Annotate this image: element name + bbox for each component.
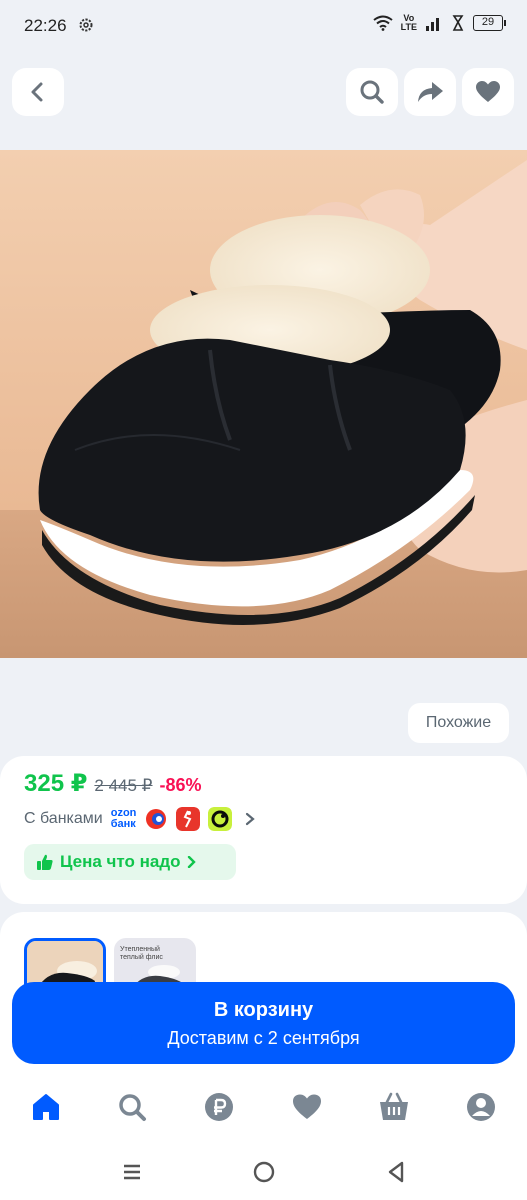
back-triangle-icon[interactable] (384, 1160, 408, 1184)
share-button[interactable] (404, 68, 456, 116)
recent-apps-icon[interactable] (120, 1160, 144, 1184)
system-navigation-bar (0, 1142, 527, 1200)
price-deal-badge[interactable]: Цена что надо (24, 844, 236, 880)
ruble-icon (205, 1093, 233, 1121)
nav-home[interactable] (29, 1090, 63, 1124)
status-time: 22:26 (24, 16, 67, 35)
chevron-right-icon (187, 856, 196, 868)
chevron-right-icon (246, 812, 256, 826)
old-price: 2 445 ₽ (94, 776, 153, 795)
thumbs-up-icon (37, 854, 53, 870)
profile-icon (467, 1093, 495, 1121)
delivery-date-label: Доставим с 2 сентября (167, 1028, 360, 1048)
nav-search[interactable] (115, 1090, 149, 1124)
bank-offers-row[interactable]: С банками ozon банк (24, 805, 256, 833)
nav-favorites[interactable] (290, 1090, 324, 1124)
back-button[interactable] (12, 68, 64, 116)
nav-cart[interactable] (377, 1090, 411, 1124)
data-activity-icon (452, 15, 464, 31)
search-icon (119, 1094, 146, 1121)
similar-products-button[interactable]: Похожие (408, 703, 509, 743)
status-bar: 22:26 Vo LTE 29 (0, 0, 527, 52)
settings-gear-icon (79, 18, 93, 32)
deal-label: Цена что надо (60, 852, 181, 871)
discount-percent: -86% (159, 775, 202, 795)
heart-icon (476, 81, 500, 102)
home-icon (33, 1094, 59, 1120)
favorites-icon (293, 1094, 321, 1119)
add-to-cart-button[interactable]: В корзину Доставим с 2 сентября (12, 982, 515, 1064)
battery-indicator: 29 (473, 15, 506, 31)
share-icon (418, 82, 443, 102)
current-price: 325 ₽ (24, 770, 88, 797)
search-icon (360, 80, 384, 104)
volte-indicator: Vo LTE (400, 13, 417, 32)
price-row: 325 ₽ 2 445 ₽ -86% (24, 769, 202, 798)
home-circle-icon[interactable] (252, 1160, 276, 1184)
product-image[interactable] (0, 150, 527, 658)
banks-label: С банками (24, 810, 103, 827)
favorite-button[interactable] (462, 68, 514, 116)
cart-icon (380, 1092, 408, 1120)
nav-finance[interactable] (202, 1090, 236, 1124)
product-photo-illustration (0, 150, 527, 658)
search-button[interactable] (346, 68, 398, 116)
ozon-bank-logo: ozon банк (110, 807, 137, 830)
bank-logo-icon-1 (146, 809, 167, 829)
wifi-icon (373, 15, 393, 31)
bottom-navigation (0, 1072, 527, 1142)
nav-profile[interactable] (464, 1090, 498, 1124)
signal-icon (426, 18, 439, 31)
back-icon (31, 82, 43, 102)
cart-button-title: В корзину (213, 999, 314, 1021)
bank-logo-icon-3 (208, 807, 233, 831)
bank-logo-icon-2 (176, 807, 201, 831)
